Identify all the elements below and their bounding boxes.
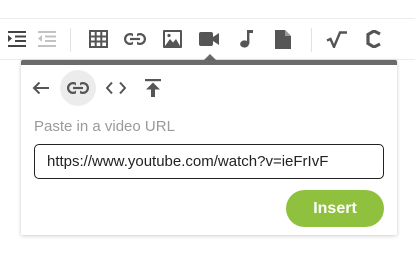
indent-icon xyxy=(8,31,26,47)
chemistry-button[interactable] xyxy=(357,19,391,59)
link-button[interactable] xyxy=(118,19,152,59)
video-icon xyxy=(199,32,219,46)
image-icon xyxy=(162,30,182,48)
video-by-url-button[interactable] xyxy=(60,70,96,106)
back-arrow-icon xyxy=(32,81,49,95)
math-icon xyxy=(326,30,347,48)
link-icon xyxy=(67,82,89,94)
embed-code-button[interactable] xyxy=(98,70,134,106)
embed-code-icon xyxy=(106,81,126,95)
upload-icon xyxy=(145,79,161,97)
image-button[interactable] xyxy=(155,19,189,59)
audio-button[interactable] xyxy=(229,19,263,59)
table-button[interactable] xyxy=(81,19,115,59)
file-icon xyxy=(275,29,291,49)
back-button[interactable] xyxy=(23,70,59,106)
outdent-icon xyxy=(38,31,56,47)
audio-icon xyxy=(240,30,253,48)
table-icon xyxy=(88,30,108,48)
file-button[interactable] xyxy=(266,19,300,59)
link-icon xyxy=(124,33,146,45)
toolbar-divider xyxy=(70,28,71,52)
chemistry-icon xyxy=(366,30,381,48)
outdent-button[interactable] xyxy=(30,19,64,59)
insert-button[interactable]: Insert xyxy=(286,190,384,227)
video-url-input[interactable] xyxy=(34,144,384,179)
math-button[interactable] xyxy=(320,19,354,59)
upload-video-button[interactable] xyxy=(135,70,171,106)
indent-button[interactable] xyxy=(0,19,34,59)
video-insert-popup: Paste in a video URL Insert xyxy=(21,60,397,235)
toolbar-divider xyxy=(311,28,312,52)
video-button[interactable] xyxy=(192,19,226,59)
video-url-label: Paste in a video URL xyxy=(34,118,175,135)
